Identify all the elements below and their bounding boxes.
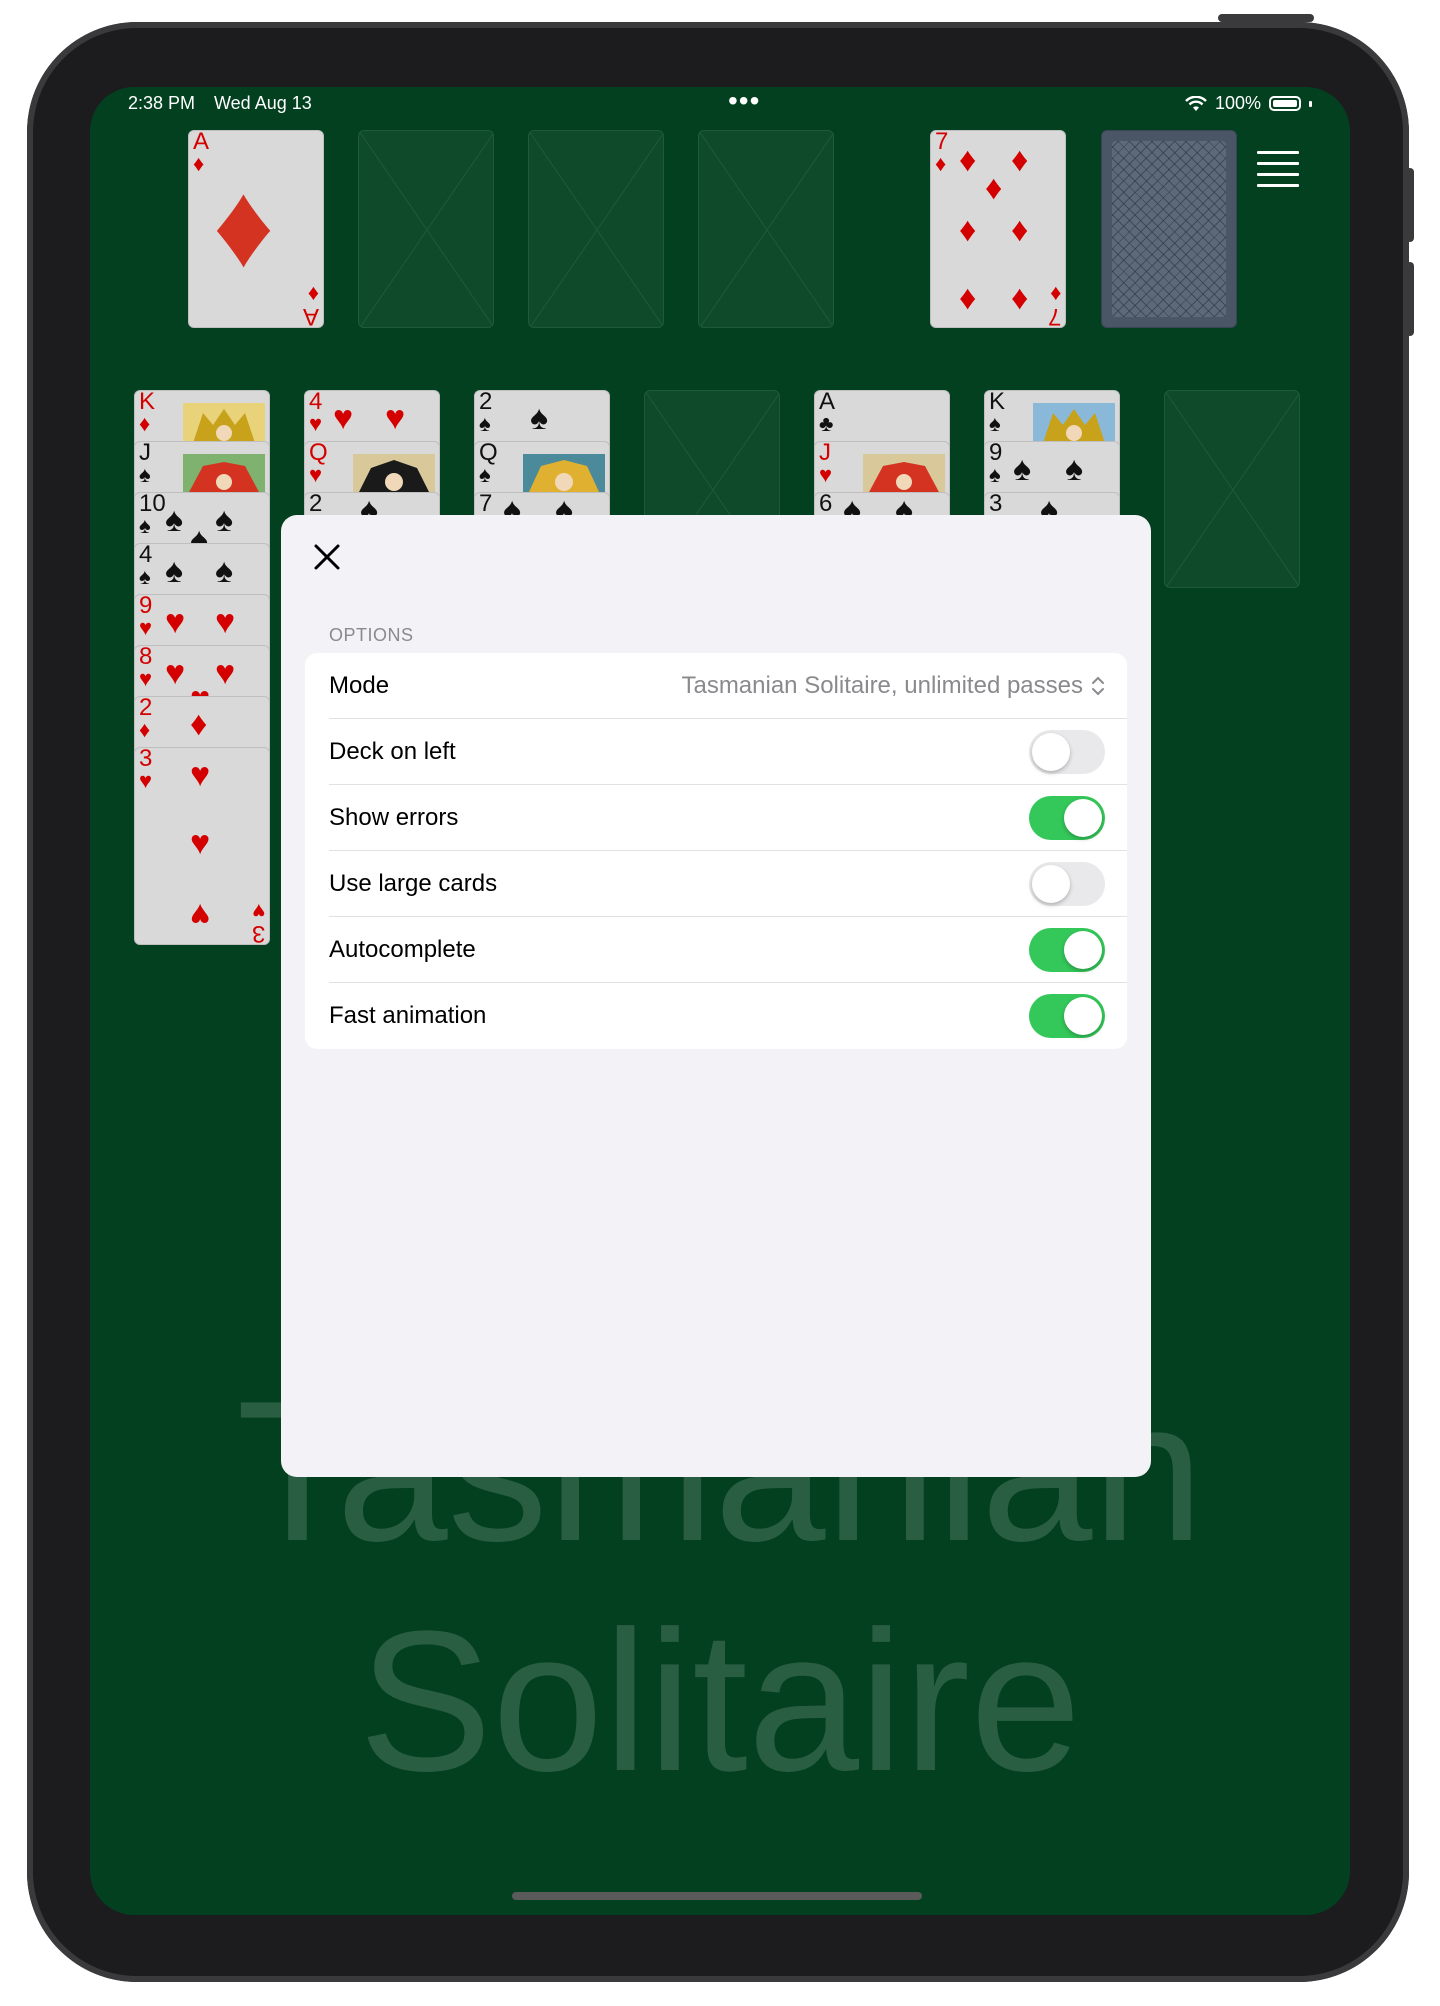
mode-value: Tasmanian Solitaire, unlimited passes: [681, 672, 1083, 699]
option-row-show-errors: Show errors: [305, 785, 1127, 851]
card-index-bottom: 7 ♦: [1047, 282, 1061, 328]
multitasking-dots[interactable]: •••: [728, 87, 760, 117]
waste-card-seven-diamonds[interactable]: 7 ♦ ♦ ♦ ♦ ♦ ♦ ♦ ♦ 7 ♦: [930, 130, 1066, 328]
diamond-pip: ♦: [959, 279, 977, 317]
fast-animation-label: Fast animation: [329, 1002, 487, 1029]
option-row-use-large-cards: Use large cards: [305, 851, 1127, 917]
stock-deck[interactable]: [1101, 130, 1237, 328]
close-icon[interactable]: [309, 539, 345, 575]
fast-animation-toggle[interactable]: [1029, 994, 1105, 1038]
foundation-empty-slot[interactable]: [358, 130, 494, 328]
show-errors-toggle[interactable]: [1029, 796, 1105, 840]
option-row-autocomplete: Autocomplete: [305, 917, 1127, 983]
autocomplete-toggle[interactable]: [1029, 928, 1105, 972]
option-row-deck-on-left: Deck on left: [305, 719, 1127, 785]
status-date: Wed Aug 13: [214, 93, 312, 113]
show-errors-label: Show errors: [329, 804, 459, 831]
battery-tip: [1309, 100, 1312, 107]
card-back-pattern: [1112, 141, 1226, 317]
section-header-options: OPTIONS: [329, 625, 414, 645]
mode-label: Mode: [329, 672, 390, 699]
card-index-bottom: A ♦: [302, 282, 319, 328]
deck-on-left-label: Deck on left: [329, 738, 456, 765]
chevron-up-down-icon: [1092, 676, 1104, 696]
options-group: Mode Tasmanian Solitaire, unlimited pass…: [305, 653, 1127, 1049]
foundation-card-ace-diamonds[interactable]: A ♦ ♦ A ♦: [188, 130, 324, 328]
wifi-icon: [1185, 95, 1207, 111]
foundation-empty-slot[interactable]: [698, 130, 834, 328]
menu-icon[interactable]: [1257, 151, 1299, 187]
option-row-fast-animation: Fast animation: [305, 983, 1127, 1049]
mode-picker[interactable]: Tasmanian Solitaire, unlimited passes: [681, 672, 1105, 700]
tableau-card-three-hearts[interactable]: 3 ♥ ♥ ♥ ♥ 3 ♥: [134, 747, 270, 945]
status-right: 100%: [1185, 93, 1312, 114]
diamond-pip: ♦: [213, 158, 275, 292]
diamond-pip: ♦: [1011, 211, 1029, 249]
deck-on-left-toggle[interactable]: [1029, 730, 1105, 774]
diamond-pip: ♦: [1011, 141, 1029, 179]
tableau-empty-slot[interactable]: [1164, 390, 1300, 588]
diamond-pip: ♦: [959, 211, 977, 249]
diamond-pip: ♦: [1011, 279, 1029, 317]
battery-icon: [1269, 96, 1301, 111]
autocomplete-label: Autocomplete: [329, 936, 476, 963]
mode-row[interactable]: Mode Tasmanian Solitaire, unlimited pass…: [305, 653, 1127, 719]
diamond-pip: ♦: [959, 141, 977, 179]
battery-percent: 100%: [1214, 93, 1261, 113]
top-button: [1218, 14, 1314, 22]
diamond-pip: ♦: [985, 169, 1003, 207]
watermark-subtitle: Solitaire: [358, 1590, 1082, 1813]
foundation-empty-slot[interactable]: [528, 130, 664, 328]
status-time: 2:38 PM: [128, 93, 196, 113]
card-index: A ♦: [193, 130, 210, 176]
game-screen: 2:38 PM Wed Aug 13 ••• 100% A ♦ ♦ A ♦ 7 ♦ ♦…: [90, 87, 1350, 1915]
home-indicator[interactable]: [512, 1892, 922, 1900]
use-large-cards-toggle[interactable]: [1029, 862, 1105, 906]
status-bar: 2:38 PM Wed Aug 13 ••• 100%: [128, 87, 1312, 119]
options-sheet: OPTIONS Mode Tasmanian Solitaire, unlimi…: [281, 515, 1151, 1477]
card-index: 7 ♦: [935, 130, 949, 176]
use-large-cards-label: Use large cards: [329, 870, 498, 897]
